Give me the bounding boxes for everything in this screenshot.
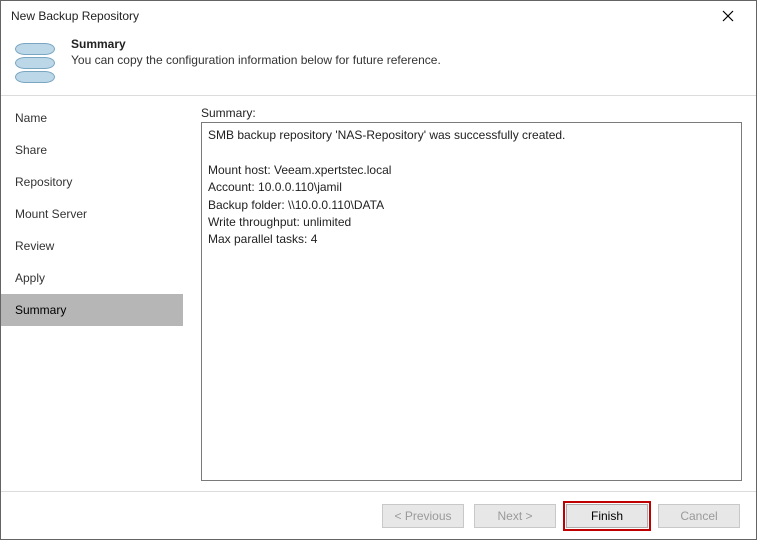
dialog-window: New Backup Repository Summary You can co… — [0, 0, 757, 540]
previous-button: < Previous — [382, 504, 464, 528]
nav-item-summary[interactable]: Summary — [1, 294, 183, 326]
nav-item-name[interactable]: Name — [1, 102, 183, 134]
header-subtitle: You can copy the configuration informati… — [71, 53, 441, 67]
window-title: New Backup Repository — [11, 9, 139, 23]
titlebar: New Backup Repository — [1, 1, 756, 31]
nav-item-share[interactable]: Share — [1, 134, 183, 166]
nav-item-repository[interactable]: Repository — [1, 166, 183, 198]
close-button[interactable] — [708, 2, 748, 30]
nav-item-review[interactable]: Review — [1, 230, 183, 262]
summary-label: Summary: — [201, 106, 742, 120]
wizard-content: Summary: SMB backup repository 'NAS-Repo… — [183, 96, 756, 491]
wizard-nav: Name Share Repository Mount Server Revie… — [1, 96, 183, 491]
wizard-header: Summary You can copy the configuration i… — [1, 31, 756, 95]
wizard-body: Name Share Repository Mount Server Revie… — [1, 96, 756, 491]
next-button: Next > — [474, 504, 556, 528]
nav-item-mount-server[interactable]: Mount Server — [1, 198, 183, 230]
nav-item-apply[interactable]: Apply — [1, 262, 183, 294]
finish-button[interactable]: Finish — [566, 504, 648, 528]
cancel-button: Cancel — [658, 504, 740, 528]
wizard-footer: < Previous Next > Finish Cancel — [1, 491, 756, 539]
summary-textbox[interactable]: SMB backup repository 'NAS-Repository' w… — [201, 122, 742, 481]
header-title: Summary — [71, 37, 441, 51]
repository-icon — [15, 37, 57, 85]
header-text: Summary You can copy the configuration i… — [71, 37, 441, 67]
close-icon — [722, 10, 734, 22]
